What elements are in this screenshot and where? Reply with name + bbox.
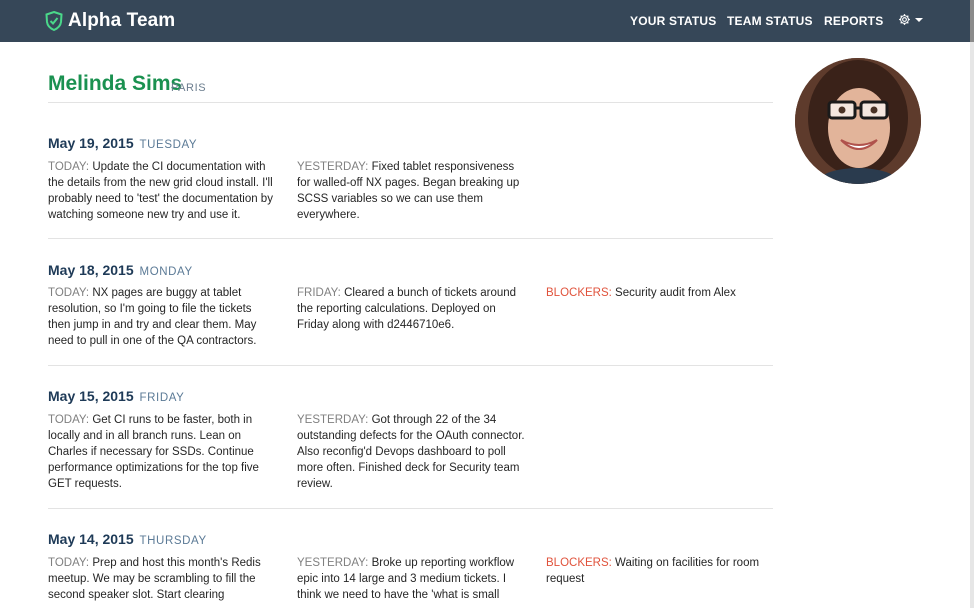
- entry-today: TODAY: NX pages are buggy at tablet reso…: [48, 287, 257, 347]
- entry-day: THURSDAY: [139, 535, 207, 547]
- entry-yesterday: YESTERDAY: Fixed tablet responsiveness f…: [297, 161, 520, 221]
- settings-dropdown[interactable]: [898, 13, 923, 26]
- scrollbar-track[interactable]: [970, 0, 974, 608]
- brand-name: Alpha Team: [68, 10, 176, 31]
- entry-day: MONDAY: [139, 266, 193, 278]
- divider: [48, 102, 773, 103]
- profile-location: PARIS: [171, 82, 207, 94]
- entry-today: TODAY: Prep and host this month's Redis …: [48, 557, 261, 601]
- nav-your-status[interactable]: YOUR STATUS: [630, 14, 716, 28]
- entry-today: TODAY: Get CI runs to be faster, both in…: [48, 414, 259, 490]
- scrollbar-thumb[interactable]: [970, 0, 974, 42]
- entry-day: TUESDAY: [139, 139, 198, 151]
- entry-divider: [48, 365, 773, 366]
- shield-check-icon: [45, 11, 63, 31]
- entry-yesterday: YESTERDAY: Broke up reporting workflow e…: [297, 557, 515, 601]
- entry-date: May 14, 2015 THURSDAY: [48, 531, 207, 547]
- entry-blockers: BLOCKERS: Security audit from Alex: [546, 287, 736, 299]
- caret-down-icon: [915, 17, 923, 22]
- entry-divider: [48, 238, 773, 239]
- gear-icon: [899, 14, 910, 25]
- entry-date: May 15, 2015 FRIDAY: [48, 388, 185, 404]
- profile-name: Melinda Sims: [48, 72, 183, 95]
- entry-date: May 19, 2015 TUESDAY: [48, 135, 198, 151]
- top-navbar: Alpha Team YOUR STATUS TEAM STATUS REPOR…: [0, 0, 970, 42]
- nav-team-status[interactable]: TEAM STATUS: [727, 14, 813, 28]
- entry-day: FRIDAY: [139, 392, 185, 404]
- nav-reports[interactable]: REPORTS: [824, 14, 883, 28]
- entry-blockers: BLOCKERS: Waiting on facilities for room…: [546, 557, 760, 585]
- avatar: [795, 58, 921, 184]
- entry-previous: FRIDAY: Cleared a bunch of tickets aroun…: [297, 287, 517, 331]
- entry-divider: [48, 508, 773, 509]
- entry-yesterday: YESTERDAY: Got through 22 of the 34 outs…: [297, 414, 525, 490]
- entry-date: May 18, 2015 MONDAY: [48, 262, 193, 278]
- brand-link[interactable]: Alpha Team: [45, 9, 175, 33]
- entry-today: TODAY: Update the CI documentation with …: [48, 161, 273, 221]
